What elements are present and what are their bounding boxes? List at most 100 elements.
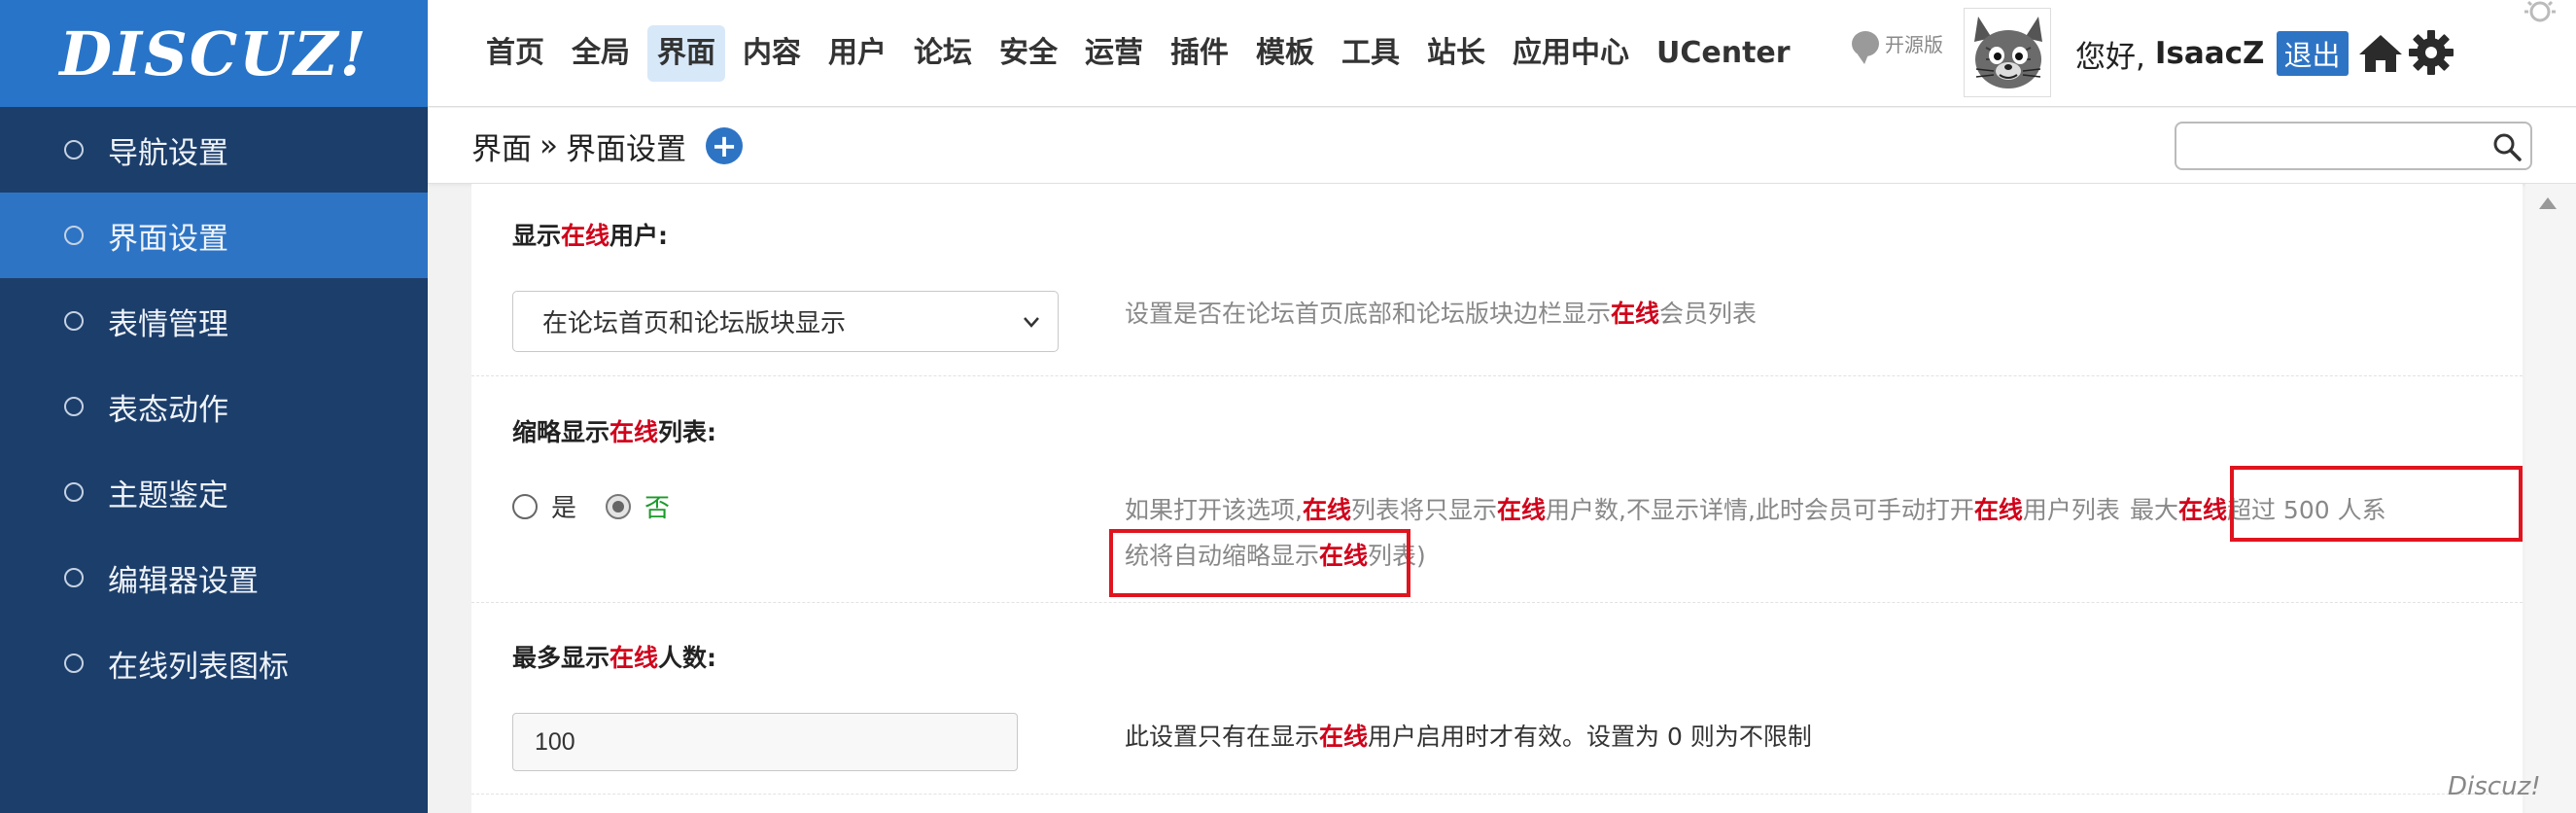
- sidebar-item-online-list-icons[interactable]: 在线列表图标: [0, 620, 428, 706]
- label-highlight: 在线: [609, 644, 659, 672]
- label-text: 最多显示: [512, 644, 610, 672]
- nav-item-security[interactable]: 安全: [990, 25, 1067, 82]
- nav-item-content[interactable]: 内容: [733, 25, 811, 82]
- breadcrumb-parent[interactable]: 界面: [471, 124, 532, 168]
- sidebar-item-label: 导航设置: [108, 135, 228, 171]
- nav-item-home[interactable]: 首页: [476, 25, 554, 82]
- username: IsaacZ: [2154, 36, 2265, 71]
- desc-text: 会员列表: [1659, 300, 1758, 328]
- sidebar: 导航设置 界面设置 表情管理 表态动作 主题鉴定 编辑器设置 在线列表图标: [0, 107, 428, 813]
- desc-line-1: 如果打开该选项,在线列表将只显示在线用户数,不显示详情,此时会员可手动打开在线用…: [1125, 487, 2386, 533]
- discuz-logo[interactable]: DISCUZ!: [0, 0, 428, 107]
- breadcrumb-current: 界面设置: [565, 131, 686, 167]
- divider: [471, 375, 2523, 376]
- label-text: 显示: [512, 222, 562, 250]
- divider: [471, 602, 2523, 603]
- logo-text: DISCUZ!: [59, 18, 368, 89]
- radio-no[interactable]: [606, 493, 632, 519]
- bullet-icon: [64, 568, 84, 587]
- scroll-up-arrow-icon[interactable]: [2539, 197, 2557, 209]
- search-icon[interactable]: [2491, 131, 2523, 162]
- nav-item-app-center[interactable]: 应用中心: [1503, 25, 1639, 82]
- nav-item-plugins[interactable]: 插件: [1161, 25, 1238, 82]
- desc-highlight: 在线: [2177, 496, 2227, 524]
- chevron-down-icon: [1024, 317, 1039, 328]
- nav-item-interface[interactable]: 界面: [647, 25, 725, 82]
- sidebar-item-label: 主题鉴定: [108, 477, 228, 513]
- nav-item-users[interactable]: 用户: [818, 25, 896, 82]
- theme-toggle-icon[interactable]: [2493, 0, 2576, 88]
- edition-label: 开源版: [1885, 33, 1943, 56]
- nav-item-global[interactable]: 全局: [562, 25, 640, 82]
- search-box: [2175, 122, 2532, 170]
- cat-avatar-icon: [1965, 9, 2050, 96]
- compact-online-label: 缩略显示在线列表:: [512, 413, 716, 448]
- gear-icon[interactable]: [2406, 27, 2456, 78]
- sidebar-item-editor-settings[interactable]: 编辑器设置: [0, 535, 428, 620]
- desc-highlight: 在线: [1611, 300, 1660, 328]
- label-text: 列表:: [658, 418, 717, 446]
- label-text: 人数:: [658, 644, 717, 672]
- nav-item-webmaster[interactable]: 站长: [1417, 25, 1495, 82]
- bullet-icon: [64, 397, 84, 416]
- show-online-select[interactable]: 在论坛首页和论坛版块显示: [512, 291, 1059, 352]
- divider: [471, 794, 2523, 795]
- edition-badge: 开源版: [1852, 29, 1943, 64]
- show-online-description: 设置是否在论坛首页底部和论坛版块边栏显示在线会员列表: [1125, 291, 1757, 336]
- radio-yes[interactable]: [512, 493, 538, 519]
- sidebar-item-thread-stamps[interactable]: 主题鉴定: [0, 449, 428, 535]
- sidebar-item-label: 表态动作: [108, 392, 228, 428]
- desc-text: 此设置只有在显示: [1125, 723, 1320, 751]
- nav-item-operations[interactable]: 运营: [1075, 25, 1153, 82]
- speech-bubble-icon: [1852, 30, 1879, 64]
- bullet-icon: [64, 654, 84, 673]
- max-online-input[interactable]: [512, 713, 1018, 771]
- bullet-icon: [64, 226, 84, 245]
- home-icon[interactable]: [2355, 27, 2406, 78]
- main-nav: 首页 全局 界面 内容 用户 论坛 安全 运营 插件 模板 工具 站长 应用中心…: [476, 0, 1808, 107]
- breadcrumb-bar: 界面 » 界面设置 +: [428, 108, 2576, 184]
- annotation-highlight-box: [2230, 466, 2523, 542]
- show-online-label: 显示在线用户:: [512, 217, 668, 252]
- sidebar-item-label: 编辑器设置: [108, 563, 259, 599]
- nav-item-ucenter[interactable]: UCenter: [1647, 25, 1800, 82]
- greeting-text: 您好,: [2075, 39, 2145, 75]
- desc-highlight: 在线: [1319, 723, 1369, 751]
- sidebar-item-label: 表情管理: [108, 306, 228, 342]
- sidebar-item-nav-settings[interactable]: 导航设置: [0, 107, 428, 193]
- nav-item-tools[interactable]: 工具: [1332, 25, 1410, 82]
- desc-text: 最大: [2129, 496, 2178, 524]
- desc-highlight: 在线: [1496, 496, 1546, 524]
- user-greeting: 您好, IsaacZ 退出: [2075, 0, 2349, 107]
- sidebar-item-ui-settings[interactable]: 界面设置: [0, 193, 428, 278]
- desc-text: 用户数,不显示详情,此时会员可手动打开: [1546, 496, 1974, 524]
- desc-highlight: 在线: [1973, 496, 2023, 524]
- annotation-highlight-box: [1109, 529, 1410, 597]
- max-online-description: 此设置只有在显示在线用户启用时才有效。设置为 0 则为不限制: [1125, 714, 1812, 760]
- add-shortcut-button[interactable]: +: [705, 127, 743, 164]
- desc-text: 列表将只显示: [1350, 496, 1497, 524]
- desc-text: 设置是否在论坛首页底部和论坛版块边栏显示: [1125, 300, 1612, 328]
- radio-yes-label[interactable]: 是: [551, 488, 576, 524]
- sidebar-item-reactions[interactable]: 表态动作: [0, 364, 428, 449]
- label-text: 用户:: [609, 222, 669, 250]
- sidebar-item-label: 界面设置: [108, 221, 228, 257]
- logout-button[interactable]: 退出: [2276, 31, 2349, 76]
- sidebar-item-label: 在线列表图标: [108, 649, 289, 685]
- breadcrumb-separator: »: [540, 128, 558, 163]
- desc-text: 用户启用时才有效。设置为 0 则为不限制: [1368, 723, 1812, 751]
- nav-item-forum[interactable]: 论坛: [904, 25, 982, 82]
- search-input[interactable]: [2176, 124, 2468, 168]
- bullet-icon: [64, 311, 84, 331]
- bullet-icon: [64, 140, 84, 159]
- breadcrumb: 界面 » 界面设置 +: [471, 108, 743, 184]
- settings-panel: 显示在线用户: 在论坛首页和论坛版块显示 设置是否在论坛首页底部和论坛版块边栏显…: [471, 184, 2523, 813]
- select-value: 在论坛首页和论坛版块显示: [542, 309, 847, 338]
- sidebar-item-emoticons[interactable]: 表情管理: [0, 278, 428, 364]
- nav-item-templates[interactable]: 模板: [1246, 25, 1324, 82]
- avatar[interactable]: [1964, 8, 2051, 97]
- bullet-icon: [64, 482, 84, 502]
- scrollbar[interactable]: [2525, 184, 2576, 813]
- compact-online-radio-group: 是 否: [512, 488, 699, 524]
- radio-no-label[interactable]: 否: [644, 488, 670, 524]
